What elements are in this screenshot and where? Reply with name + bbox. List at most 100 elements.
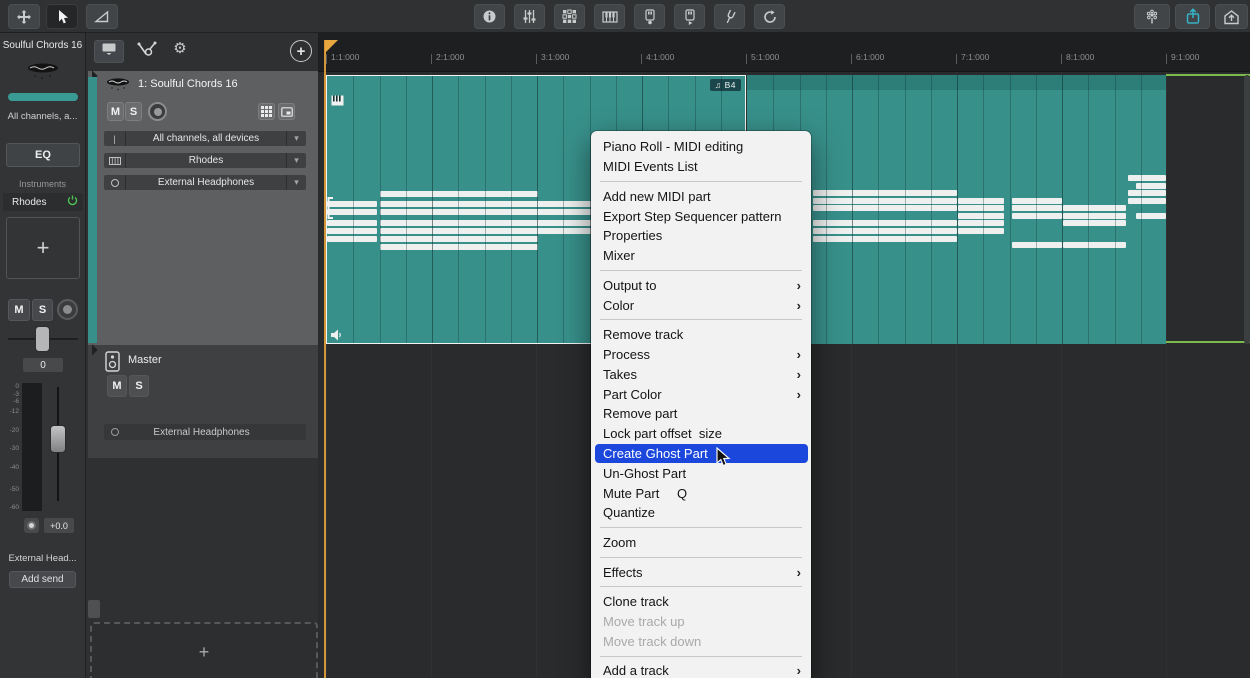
vertical-scrollbar[interactable] [1244, 75, 1250, 344]
clip-gridline [878, 75, 879, 344]
track-name[interactable]: 1: Soulful Chords 16 [138, 78, 238, 90]
track-logo [104, 76, 134, 97]
track-header-1[interactable]: 1: Soulful Chords 16 M S | All channels,… [88, 71, 318, 345]
mixer-icon [522, 9, 537, 24]
menu-item-color[interactable]: Color› [591, 295, 811, 315]
loop-button[interactable] [754, 4, 785, 29]
ruler-tick [536, 54, 537, 64]
automation-icon[interactable] [134, 41, 160, 59]
volume-fader-handle[interactable] [50, 425, 66, 453]
menu-item-part-color[interactable]: Part Color› [591, 384, 811, 404]
rack-play-button[interactable] [674, 4, 705, 29]
menu-item-process[interactable]: Process› [591, 345, 811, 365]
add-instrument-button[interactable]: + [6, 217, 80, 279]
step-sequencer-button[interactable] [554, 4, 585, 29]
master-output-dropdown[interactable]: External Headphones [104, 424, 306, 440]
piano-view-button[interactable] [594, 4, 625, 29]
menu-item-midi-events-list[interactable]: MIDI Events List [591, 157, 811, 177]
eq-button[interactable]: EQ [6, 143, 80, 167]
track-color-strip [88, 77, 97, 343]
track-solo-button[interactable]: S [125, 102, 142, 121]
gain-value[interactable]: +0.0 [44, 518, 74, 533]
rack-record-button[interactable] [634, 4, 665, 29]
pointer-tool-button[interactable] [46, 4, 78, 29]
menu-item-export-step-sequencer-pattern[interactable]: Export Step Sequencer pattern [591, 206, 811, 226]
collapse-arrow-icon[interactable] [86, 344, 97, 355]
midi-input-icon: | [104, 131, 126, 146]
menu-item-zoom[interactable]: Zoom [591, 533, 811, 553]
menu-item-mixer[interactable]: Mixer [591, 246, 811, 266]
submenu-arrow-icon: › [797, 278, 801, 293]
menu-item-remove-track[interactable]: Remove track [591, 325, 811, 345]
menu-item-piano-roll-midi-editing[interactable]: Piano Roll - MIDI editing [591, 137, 811, 157]
plugin-settings-button[interactable] [1134, 4, 1170, 29]
headers-toolbar: ⚙ + [86, 33, 318, 70]
power-icon[interactable] [67, 195, 78, 209]
add-send-button[interactable]: Add send [9, 571, 76, 588]
tuning-fork-icon [723, 9, 737, 25]
menu-item-remove-part[interactable]: Remove part [591, 404, 811, 424]
midi-note [813, 190, 957, 196]
add-track-dropzone[interactable]: + [90, 622, 318, 678]
tuning-fork-button[interactable] [714, 4, 745, 29]
ruler-tick [641, 54, 642, 64]
playhead-flag-icon[interactable] [325, 40, 338, 53]
menu-item-properties[interactable]: Properties [591, 226, 811, 246]
clip-trim-handle[interactable] [327, 197, 334, 224]
popout-window-button[interactable] [278, 103, 295, 120]
playhead[interactable] [324, 40, 326, 678]
menu-item-add-a-track[interactable]: Add a track› [591, 661, 811, 678]
pan-knob-icon[interactable] [24, 518, 39, 533]
instrument-dropdown[interactable]: Rhodes ▾ [104, 153, 306, 168]
menu-item-takes[interactable]: Takes› [591, 364, 811, 384]
menu-item-clone-track[interactable]: Clone track [591, 592, 811, 612]
horizontal-scrollbar-thumb[interactable] [88, 600, 100, 618]
clip-speaker-icon[interactable] [330, 328, 343, 346]
menu-item-lock-part-offset-size[interactable]: Lock part offset size [591, 424, 811, 444]
mouse-cursor [716, 447, 731, 473]
track-mute-button[interactable]: M [107, 102, 124, 121]
clip-gridline [852, 75, 853, 344]
submenu-arrow-icon: › [797, 663, 801, 678]
settings-gear-icon[interactable]: ⚙ [170, 41, 190, 56]
clip-gridline [905, 75, 906, 344]
menu-item-output-to[interactable]: Output to› [591, 275, 811, 295]
master-track-header[interactable]: Master M S External Headphones [88, 345, 318, 458]
menu-item-un-ghost-part[interactable]: Un-Ghost Part [591, 463, 811, 483]
move-tool-button[interactable] [8, 4, 40, 29]
share-button[interactable] [1175, 4, 1210, 29]
inspector-solo-button[interactable]: S [32, 299, 53, 321]
instrument-row-rhodes[interactable]: Rhodes [3, 193, 83, 211]
add-object-button[interactable]: + [290, 40, 312, 62]
mixer-view-button[interactable] [514, 4, 545, 29]
menu-item-add-new-midi-part[interactable]: Add new MIDI part [591, 186, 811, 206]
midi-note [958, 213, 1004, 219]
inspector-record-button[interactable] [57, 299, 78, 320]
clip-gridline [537, 76, 538, 343]
fade-tool-button[interactable] [86, 4, 118, 29]
output-device-dropdown[interactable]: External Headphones ▾ [104, 175, 306, 190]
monitor-button[interactable] [94, 40, 124, 63]
menu-item-move-track-down: Move track down [591, 631, 811, 651]
menu-item-create-ghost-part[interactable]: Create Ghost Part [595, 444, 808, 464]
master-solo-button[interactable]: S [129, 375, 149, 397]
menu-item-effects[interactable]: Effects› [591, 562, 811, 582]
rack-play-icon [683, 9, 697, 25]
menu-item-label: Lock part offset size [603, 426, 722, 441]
chevron-down-icon: ▾ [286, 175, 306, 190]
info-button[interactable] [474, 4, 505, 29]
menu-item-mute-part[interactable]: Mute PartQ [591, 483, 811, 503]
menu-separator [591, 315, 811, 325]
timeline-ruler[interactable]: 1:1:0002:1:0003:1:0004:1:0005:1:0006:1:0… [318, 33, 1250, 72]
track-record-button[interactable] [148, 102, 167, 121]
inspector-mute-button[interactable]: M [8, 299, 30, 321]
grid-view-button[interactable] [258, 103, 275, 120]
pan-slider-handle[interactable] [35, 326, 50, 352]
export-button[interactable] [1215, 4, 1248, 29]
input-device-dropdown[interactable]: | All channels, all devices ▾ [104, 131, 306, 146]
pan-value[interactable]: 0 [23, 358, 63, 372]
midi-note [813, 205, 957, 211]
menu-item-quantize[interactable]: Quantize [591, 503, 811, 523]
master-mute-button[interactable]: M [107, 375, 127, 397]
midi-note [1128, 198, 1166, 204]
